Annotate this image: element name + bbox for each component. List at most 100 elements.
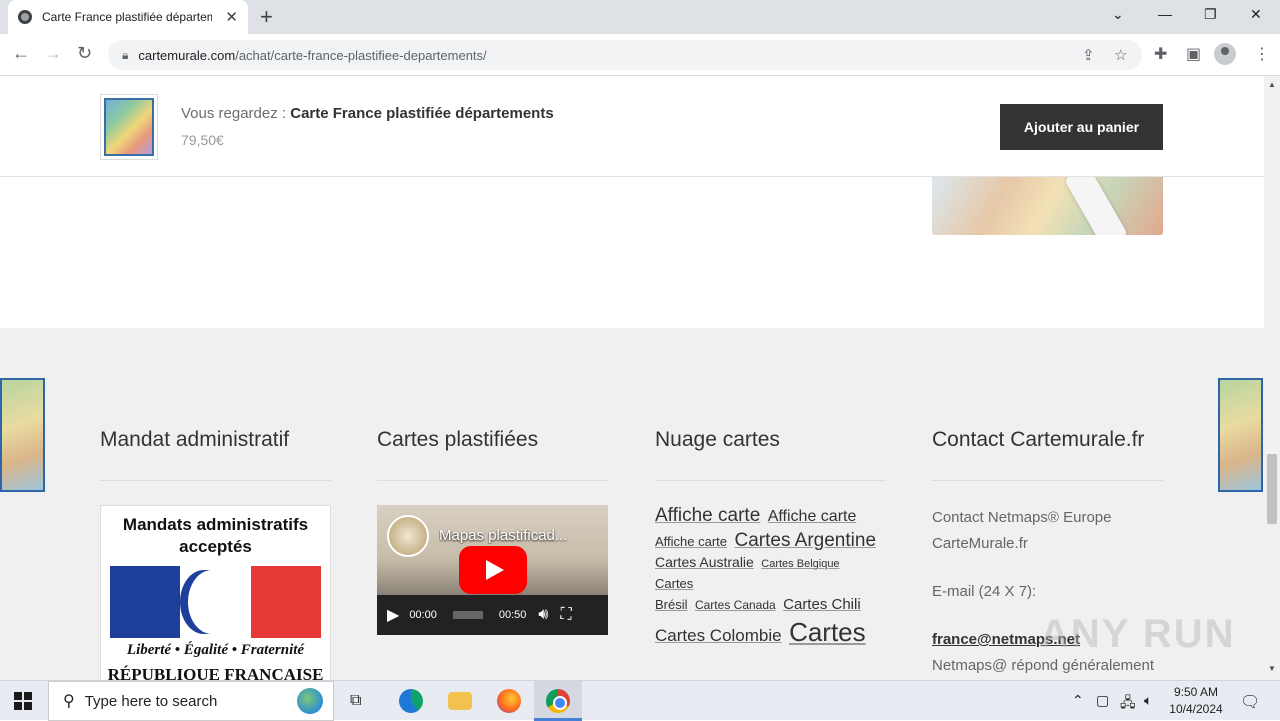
product-thumbnail xyxy=(100,94,158,160)
tray-chevron-icon[interactable]: ⌃ xyxy=(1072,692,1084,709)
video-current-time: 00:00 xyxy=(409,609,437,621)
footer-heading-contact: Contact Cartemurale.fr xyxy=(932,428,1145,451)
firefox-icon[interactable] xyxy=(497,689,521,713)
scroll-up-icon[interactable]: ▲ xyxy=(1268,80,1276,89)
footer-col-mandat: Mandat administratif xyxy=(100,428,331,481)
browser-tab[interactable]: Carte France plastifiée départem ✕ xyxy=(8,0,248,34)
footer-col-nuage: Nuage cartes xyxy=(655,428,886,481)
volume-icon[interactable]: 🔊︎ xyxy=(538,606,548,624)
tag-link[interactable]: Cartes Argentine xyxy=(734,530,876,551)
forward-icon[interactable]: → xyxy=(44,43,62,64)
mandat-badge-image: Mandats administratifs acceptés Liberté … xyxy=(100,505,331,680)
viewing-label: Vous regardez : Carte France plastifiée … xyxy=(181,105,554,122)
play-icon[interactable]: ▶ xyxy=(387,605,399,625)
side-panel-icon[interactable]: ▣ xyxy=(1186,44,1201,64)
product-promo-image xyxy=(932,177,1163,235)
tag-link[interactable]: Affiche carte xyxy=(768,508,857,525)
url-host: cartemurale.com xyxy=(138,47,236,63)
contact-line2: CarteMurale.fr xyxy=(932,535,1028,552)
menu-kebab-icon[interactable]: ⋮ xyxy=(1254,44,1270,64)
restore-icon[interactable]: ❐ xyxy=(1204,6,1217,23)
tag-link[interactable]: Cartes xyxy=(655,576,693,591)
clock-time: 9:50 AM xyxy=(1173,685,1219,699)
contact-line1: Contact Netmaps® Europe xyxy=(932,509,1112,526)
badge-republic: RÉPUBLIQUE FRANCAISE xyxy=(107,665,324,680)
globe-icon xyxy=(18,10,32,24)
url-path: /achat/carte-france-plastifiee-departeme… xyxy=(235,47,487,63)
tag-link[interactable]: Cartes Colombie xyxy=(655,626,782,645)
task-view-icon[interactable]: ⧉ xyxy=(350,692,361,710)
marianne-logo xyxy=(110,566,321,638)
video-controls: ▶ 00:00 00:50 🔊︎ ⛶ xyxy=(377,595,608,635)
file-explorer-icon[interactable] xyxy=(448,692,472,710)
fullscreen-icon[interactable]: ⛶ xyxy=(560,606,571,624)
footer-heading-cartes: Cartes plastifiées xyxy=(377,428,539,451)
badge-motto: Liberté • Égalité • Fraternité xyxy=(126,642,305,658)
volume-tray-icon[interactable]: 🔈︎ xyxy=(1144,692,1152,709)
badge-line1: Mandats administratifs xyxy=(122,515,309,534)
email-label: E-mail (24 X 7): xyxy=(932,583,1037,600)
badge-line2: acceptés xyxy=(179,537,252,556)
extensions-icon[interactable]: ✚ xyxy=(1154,44,1167,64)
tray-device-icon[interactable]: ▢ xyxy=(1096,692,1109,709)
browser-toolbar: ← → ↻ 🔒︎ cartemurale.com /achat/carte-fr… xyxy=(0,34,1280,76)
side-map-thumbnail-right[interactable] xyxy=(1218,378,1263,492)
search-icon: ⚲ xyxy=(63,693,75,710)
tab-title: Carte France plastifiée départem xyxy=(42,10,212,24)
tag-link[interactable]: Brésil xyxy=(655,597,688,612)
lock-icon[interactable]: 🔒︎ xyxy=(122,48,128,63)
tab-search-icon[interactable]: ⌄ xyxy=(1112,6,1124,23)
notifications-icon[interactable]: 🗨︎ xyxy=(1240,692,1260,712)
chrome-icon[interactable] xyxy=(546,689,570,713)
edge-icon[interactable] xyxy=(399,689,423,713)
search-highlight-icon[interactable] xyxy=(297,688,323,714)
sticky-add-to-cart-bar: Vous regardez : Carte France plastifiée … xyxy=(0,76,1264,177)
tab-strip: Carte France plastifiée départem ✕ + ⌄ —… xyxy=(0,0,1280,34)
reload-icon[interactable]: ↻ xyxy=(77,43,92,64)
footer-heading-nuage: Nuage cartes xyxy=(655,428,780,451)
search-placeholder: Type here to search xyxy=(84,692,218,710)
footer-heading-mandat: Mandat administratif xyxy=(100,428,290,451)
share-icon[interactable]: ⇪ xyxy=(1082,46,1095,64)
clock-date: 10/4/2024 xyxy=(1169,702,1223,716)
channel-avatar[interactable] xyxy=(387,515,429,557)
tag-link[interactable]: Cartes Belgique xyxy=(761,558,839,570)
side-map-thumbnail-left[interactable] xyxy=(0,378,45,492)
viewing-prefix: Vous regardez : xyxy=(181,105,291,122)
taskbar-clock[interactable]: 9:50 AM 10/4/2024 xyxy=(1166,684,1226,718)
tag-cloud: Affiche carte Affiche carte Affiche cart… xyxy=(655,504,886,650)
video-duration: 00:50 xyxy=(498,609,527,621)
tag-link[interactable]: Cartes Australie xyxy=(655,554,754,570)
scrollbar-thumb[interactable] xyxy=(1267,454,1277,524)
scroll-down-icon[interactable]: ▼ xyxy=(1268,664,1276,673)
back-icon[interactable]: ← xyxy=(12,43,30,64)
close-window-icon[interactable]: ✕ xyxy=(1250,6,1262,23)
video-title[interactable]: Mapas plastificad... xyxy=(439,527,599,544)
network-icon[interactable]: 🖧︎ xyxy=(1120,692,1136,716)
bookmark-star-icon[interactable]: ☆ xyxy=(1114,46,1127,64)
windows-taskbar: ⚲ Type here to search ⧉ ⌃ ▢ 🖧︎ 🔈︎ 9:50 A… xyxy=(0,680,1280,721)
tag-link[interactable]: Cartes xyxy=(789,617,866,647)
taskbar-search-box[interactable]: ⚲ Type here to search xyxy=(48,681,334,721)
new-tab-icon[interactable]: + xyxy=(260,4,273,30)
video-progress-bar[interactable] xyxy=(452,611,483,619)
youtube-play-icon[interactable] xyxy=(459,546,527,594)
windows-start-icon[interactable] xyxy=(14,692,32,710)
anyrun-watermark: ANY RUN xyxy=(1040,612,1236,656)
product-name: Carte France plastifiée départements xyxy=(290,105,554,122)
profile-avatar-icon[interactable] xyxy=(1214,43,1236,65)
page-scrollbar[interactable]: ▲ ▼ xyxy=(1264,76,1280,680)
video-player[interactable]: Mapas plastificad... ▶ 00:00 00:50 🔊︎ ⛶ xyxy=(377,505,608,635)
close-tab-icon[interactable]: ✕ xyxy=(225,8,238,26)
page-viewport: Vous regardez : Carte France plastifiée … xyxy=(0,76,1264,680)
footer-col-cartes: Cartes plastifiées xyxy=(377,428,608,481)
tag-link[interactable]: Cartes Chili xyxy=(783,596,861,613)
tag-link[interactable]: Cartes Canada xyxy=(695,598,776,612)
add-to-cart-button[interactable]: Ajouter au panier xyxy=(1000,104,1163,150)
address-bar[interactable]: 🔒︎ cartemurale.com /achat/carte-france-p… xyxy=(108,40,1142,70)
footer-col-contact: Contact Cartemurale.fr xyxy=(932,428,1163,481)
minimize-icon[interactable]: — xyxy=(1158,6,1172,22)
tag-link[interactable]: Affiche carte xyxy=(655,534,727,549)
tag-link[interactable]: Affiche carte xyxy=(655,505,760,526)
product-price: 79,50€ xyxy=(181,132,224,148)
